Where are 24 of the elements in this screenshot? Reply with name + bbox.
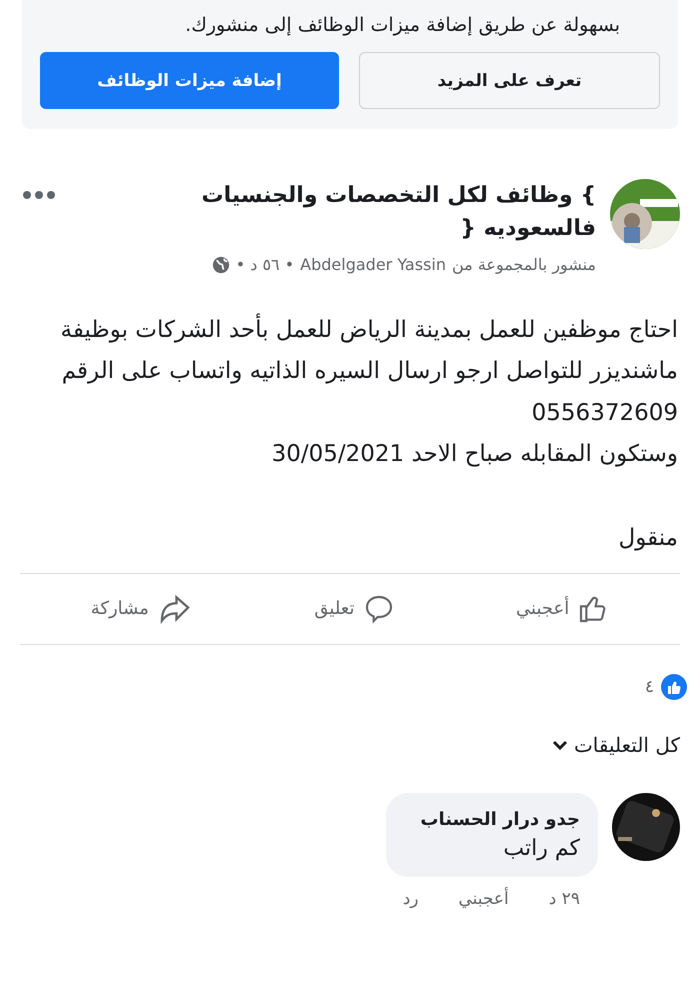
comment-author[interactable]: جدو درار الحسناب bbox=[420, 808, 580, 830]
author-name[interactable]: Abdelgader Yassin bbox=[300, 255, 446, 274]
like-link[interactable]: أعجبني bbox=[458, 888, 509, 909]
globe-icon bbox=[212, 256, 230, 274]
promo-text: بسهولة عن طريق إضافة ميزات الوظائف إلى منشورك. bbox=[184, 14, 621, 36]
like-reaction-icon bbox=[660, 672, 688, 701]
group-name[interactable]: } وظائف لكل التخصصات والجنسيات فالسعوديه { bbox=[166, 179, 596, 245]
add-job-features-button[interactable]: إضافة ميزات الوظائف bbox=[40, 52, 339, 109]
comment-text: كم راتب bbox=[502, 836, 580, 861]
post-text: وستكون المقابله صباح الاحد 30/05/2021 bbox=[270, 440, 678, 470]
posted-in-label: منشور بالمجموعة من bbox=[452, 255, 596, 274]
comments-filter[interactable]: كل التعليقات bbox=[532, 700, 700, 757]
reply-link[interactable]: رد bbox=[402, 888, 418, 909]
post-time: • ٥٦ د • bbox=[236, 255, 294, 274]
comment-time: ٢٩ د bbox=[548, 888, 580, 909]
more-options-icon[interactable] bbox=[22, 189, 56, 201]
like-button[interactable]: أعجبني bbox=[510, 592, 616, 626]
post-text: منقول bbox=[618, 524, 678, 553]
share-button[interactable]: مشاركة bbox=[84, 592, 199, 626]
learn-more-button[interactable]: تعرف على المزيد bbox=[359, 52, 660, 109]
comment-button[interactable]: تعليق bbox=[308, 592, 400, 626]
post-text: احتاج موظفين للعمل بمدينة الرياض للعمل بأحد الشركات بوظيفة ماشنديزر للتواصل ارجو ارسال السيره الذاتيه واتساب على الرقم 0556372609 bbox=[22, 310, 678, 434]
chevron-down-icon bbox=[552, 738, 568, 751]
reaction-count[interactable]: ٤ bbox=[644, 676, 654, 697]
